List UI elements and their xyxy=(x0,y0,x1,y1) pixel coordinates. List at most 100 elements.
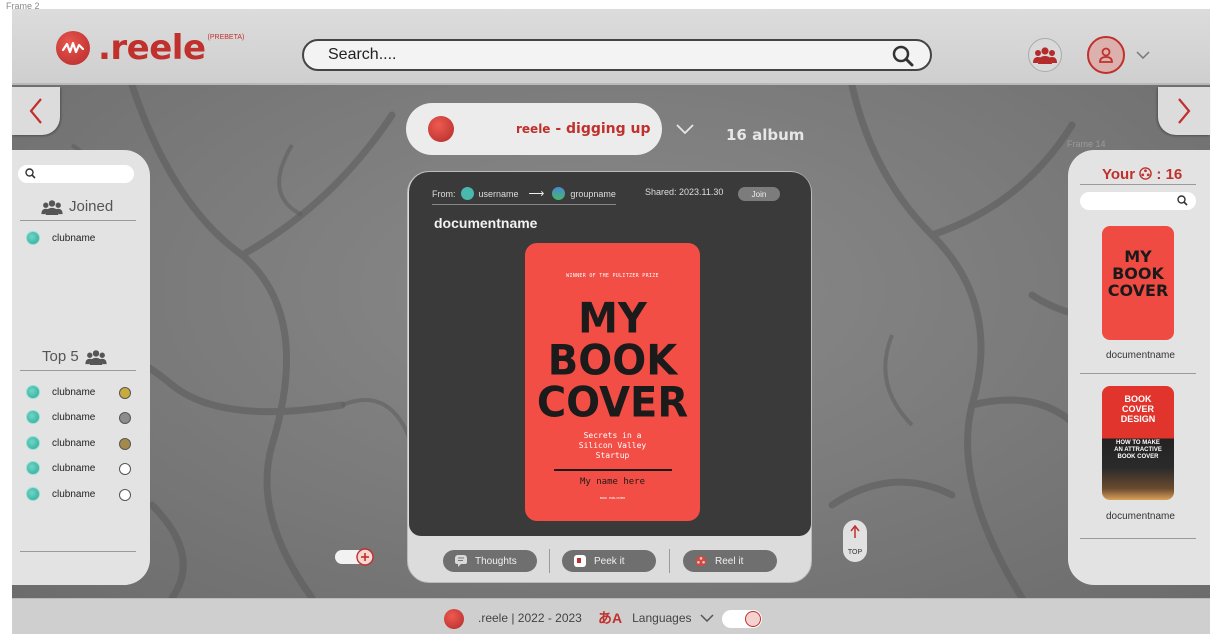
album-chevron-down-icon[interactable] xyxy=(676,124,694,134)
album-badge-icon xyxy=(428,116,454,142)
previous-button[interactable] xyxy=(12,87,60,135)
peek-button[interactable]: Peek it xyxy=(562,550,656,572)
arrow-right-icon: ⟶ xyxy=(528,188,545,200)
group-people-icon xyxy=(41,199,63,215)
user-avatar-icon xyxy=(460,187,474,200)
club-name: clubname xyxy=(52,232,96,244)
club-avatar-icon xyxy=(26,385,40,399)
scroll-top-button[interactable]: TOP xyxy=(843,520,867,562)
document-thumbnail[interactable]: MY BOOK COVER xyxy=(1102,226,1174,340)
top5-club-item[interactable]: clubname xyxy=(26,410,95,424)
top5-club-item[interactable]: clubname xyxy=(26,487,95,501)
joined-label: Joined xyxy=(69,198,114,215)
add-toggle[interactable] xyxy=(335,547,375,567)
shared-date: Shared: 2023.11.30 xyxy=(645,187,724,197)
top5-club-item[interactable]: clubname xyxy=(26,436,95,450)
thumb-subtitle: HOW TO MAKE AN ATTRACTIVE BOOK COVER xyxy=(1114,440,1162,460)
thoughts-button[interactable]: Thoughts xyxy=(443,550,537,572)
album-title: reele - digging up xyxy=(516,121,651,137)
club-avatar-icon xyxy=(26,487,40,501)
footer-logo-icon xyxy=(444,609,464,629)
frame14-label: Frame 14 xyxy=(1067,139,1106,149)
cover-publisher: BOOK PUBLISHER xyxy=(599,496,626,500)
thoughts-label: Thoughts xyxy=(475,555,517,567)
peek-icon xyxy=(574,555,586,567)
username[interactable]: username xyxy=(479,189,519,199)
silver-medal-icon xyxy=(119,412,131,424)
search-input[interactable]: Search.... xyxy=(302,39,932,71)
club-name: clubname xyxy=(52,462,96,474)
group-people-icon xyxy=(1033,47,1057,64)
album-count: 16 album xyxy=(726,126,805,144)
search-icon[interactable] xyxy=(892,45,914,67)
cover-prize: WINNER OF THE PULITZER PRIZE xyxy=(566,273,659,279)
club-avatar-icon xyxy=(26,231,40,245)
top5-label: Top 5 xyxy=(42,348,79,365)
album-name: - digging up xyxy=(550,121,651,137)
empty-medal-icon xyxy=(119,489,131,501)
divider xyxy=(669,549,670,573)
chevron-down-icon xyxy=(699,614,714,622)
top5-club-item[interactable]: clubname xyxy=(26,461,95,475)
user-icon xyxy=(1099,47,1113,63)
album-selector[interactable]: reele - digging up xyxy=(406,103,662,155)
profile-button[interactable] xyxy=(1087,36,1125,74)
thumb-title: MY BOOK COVER xyxy=(1107,247,1169,300)
logo[interactable]: .reele (PREBETA) xyxy=(56,28,244,68)
search-placeholder: Search.... xyxy=(328,46,397,63)
club-name: clubname xyxy=(52,437,96,449)
album-brand: reele xyxy=(516,122,551,136)
divider xyxy=(1080,538,1196,539)
footer-brand-text: .reele | 2022 - 2023 xyxy=(478,611,582,625)
divider xyxy=(20,220,136,221)
your-count: : 16 xyxy=(1156,166,1183,183)
divider xyxy=(549,549,550,573)
reel-icon xyxy=(1139,167,1153,180)
theme-toggle[interactable] xyxy=(722,610,762,628)
document-name: documentname xyxy=(1106,511,1175,522)
groups-button[interactable] xyxy=(1028,38,1062,72)
document-title: documentname xyxy=(434,215,538,231)
club-name: clubname xyxy=(52,411,96,423)
logo-tag: (PREBETA) xyxy=(207,34,245,41)
top-label: TOP xyxy=(847,549,863,556)
cover-author: My name here xyxy=(579,477,646,487)
chevron-right-icon xyxy=(1178,98,1191,124)
search-icon xyxy=(25,168,36,179)
chevron-left-icon xyxy=(29,98,42,124)
club-avatar-icon xyxy=(26,410,40,424)
empty-medal-icon xyxy=(119,463,131,475)
book-cover[interactable]: WINNER OF THE PULITZER PRIZE MY BOOK COV… xyxy=(525,243,700,521)
document-search-input[interactable] xyxy=(1080,192,1196,210)
your-reels-count: Your : 16 xyxy=(1102,166,1182,183)
cover-title: MY BOOK COVER xyxy=(536,294,689,428)
club-name: clubname xyxy=(52,386,96,398)
joined-club-item[interactable]: clubname xyxy=(26,231,95,245)
next-button[interactable] xyxy=(1158,87,1210,135)
search-icon xyxy=(1177,195,1188,206)
top5-club-item[interactable]: clubname xyxy=(26,385,95,399)
left-sidebar xyxy=(12,150,150,585)
groupname[interactable]: groupname xyxy=(570,189,616,199)
add-circle-icon xyxy=(335,548,374,566)
reel-button[interactable]: Reel it xyxy=(683,550,777,572)
group-people-icon xyxy=(85,349,107,365)
document-thumbnail[interactable]: BOOK COVER DESIGN HOW TO MAKE AN ATTRACT… xyxy=(1102,386,1174,500)
chevron-down-icon[interactable] xyxy=(1136,51,1150,59)
reel-icon xyxy=(695,555,707,567)
club-search-input[interactable] xyxy=(18,165,134,183)
club-name: clubname xyxy=(52,488,96,500)
join-button[interactable]: Join xyxy=(738,187,780,201)
top5-heading: Top 5 xyxy=(42,348,107,365)
divider xyxy=(20,370,136,371)
speech-bubble-icon xyxy=(455,555,467,567)
cover-subtitle: Secrets in a Silicon Valley Startup xyxy=(578,431,647,460)
club-avatar-icon xyxy=(26,461,40,475)
peek-label: Peek it xyxy=(594,555,625,567)
translate-icon: あA xyxy=(598,610,623,626)
club-avatar-icon xyxy=(26,436,40,450)
logo-badge-icon xyxy=(56,31,90,65)
joined-heading: Joined xyxy=(41,198,113,215)
divider xyxy=(20,551,136,552)
language-selector[interactable]: あA Languages xyxy=(598,608,714,628)
